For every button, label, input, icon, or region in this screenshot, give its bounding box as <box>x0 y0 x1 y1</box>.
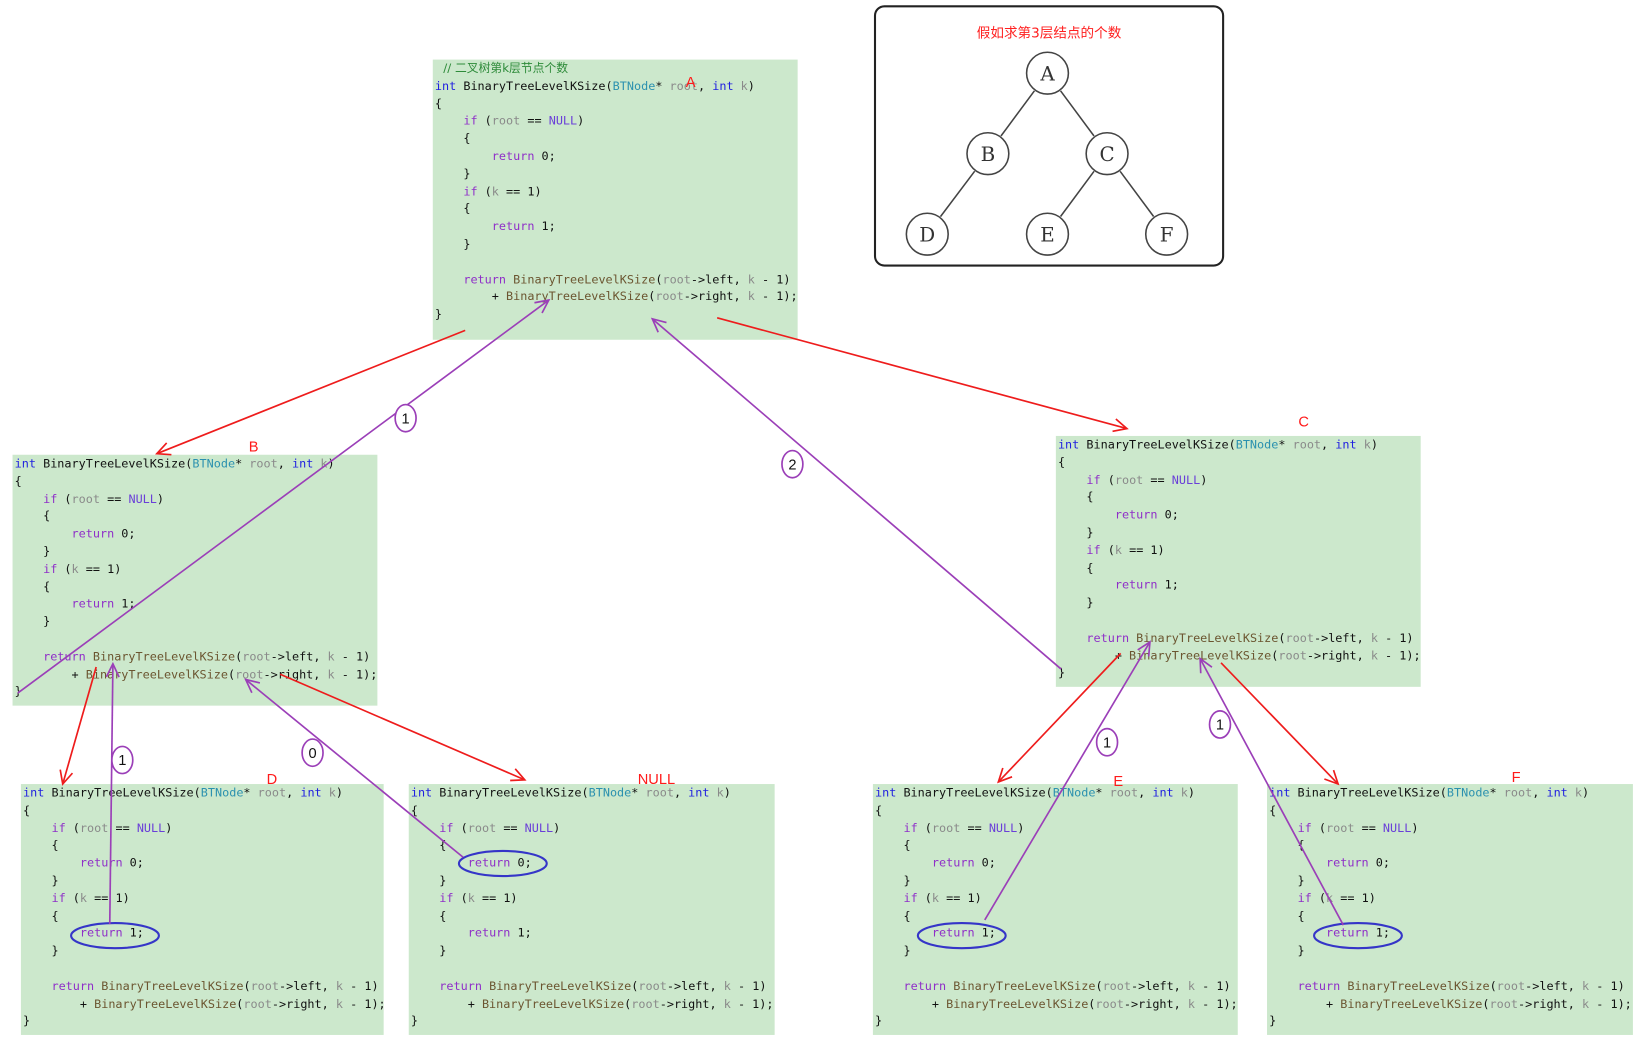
return-arrow <box>108 663 114 925</box>
step-marker-value: 1 <box>1103 735 1111 751</box>
tree-node-label: E <box>1040 223 1055 246</box>
tree-node-label: B <box>981 143 996 166</box>
return-arrow <box>1199 658 1345 926</box>
call-arrow <box>156 329 466 455</box>
call-arrow <box>716 316 1128 430</box>
step-marker-value: 1 <box>1216 718 1224 734</box>
return-highlight-ellipse <box>457 849 548 878</box>
arrows-overlay: A B C D E F 1 2 1 0 1 1 <box>17 51 1403 950</box>
return-highlight-ellipse <box>70 922 160 950</box>
return-arrow-head <box>1137 640 1151 657</box>
step-marker-value: 1 <box>402 411 410 427</box>
tree-edge <box>1059 90 1095 137</box>
call-arrow <box>1220 662 1339 785</box>
call-arrow <box>61 666 97 785</box>
step-marker-value: 2 <box>788 457 796 473</box>
return-arrow <box>984 641 1151 921</box>
tree-node-label: F <box>1160 223 1174 246</box>
return-arrow <box>651 318 1062 670</box>
recursion-diagram: 假如求第3层结点的个数 // 二叉树第k层节点个数 int BinaryTree… <box>0 0 1636 1051</box>
tree-edge <box>1119 170 1155 217</box>
return-arrow <box>17 299 550 694</box>
step-marker-value: 0 <box>309 746 317 762</box>
tree-edge <box>1059 170 1095 217</box>
tree-edge <box>1000 90 1036 137</box>
call-arrow <box>997 652 1122 783</box>
tree-edge <box>939 170 976 218</box>
step-marker-value: 1 <box>118 753 126 769</box>
tree-node-label: D <box>919 223 935 246</box>
return-highlight-ellipse <box>1313 922 1403 950</box>
tree-node-label: C <box>1099 143 1114 166</box>
return-highlight-ellipse <box>916 922 1007 950</box>
tree-node-label: A <box>1039 62 1055 85</box>
